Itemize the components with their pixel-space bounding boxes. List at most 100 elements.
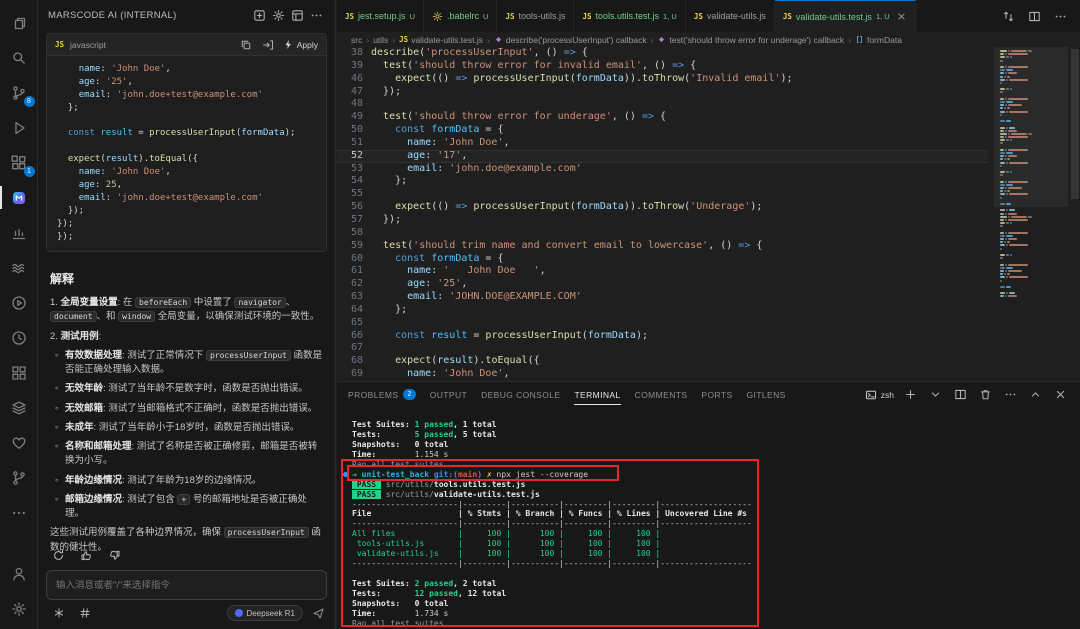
skill-icon[interactable]	[50, 605, 67, 622]
terminal-line[interactable]: All files | 100 | 100 | 100 | 100 |	[352, 529, 1072, 539]
terminal-line[interactable]: Test Suites: 2 passed, 2 total	[352, 579, 1072, 589]
terminal-line[interactable]: ----------------------|---------|-------…	[352, 559, 1072, 569]
thumb-down-icon[interactable]	[106, 547, 123, 564]
apply-button[interactable]: Apply	[283, 39, 318, 50]
more-icon[interactable]	[1002, 386, 1019, 403]
code-line[interactable]: email: 'john.doe@example.com'	[371, 163, 988, 176]
settings-gear-icon[interactable]	[4, 594, 34, 623]
terminal-line[interactable]: Snapshots: 0 total	[352, 440, 1072, 450]
code-line[interactable]: test('should trim name and convert email…	[371, 240, 988, 253]
breadcrumb-item[interactable]: src	[351, 35, 362, 45]
breadcrumb-item[interactable]: formData	[855, 35, 902, 45]
shell-selector[interactable]: zsh	[865, 389, 894, 401]
run-circle-icon[interactable]	[4, 288, 34, 317]
breadcrumb-item[interactable]: test('should throw error for underage') …	[657, 35, 844, 45]
code-line[interactable]: const result = processUserInput(formData…	[371, 330, 988, 343]
code-line[interactable]: expect(() => processUserInput(formData))…	[371, 73, 988, 86]
scrollbar-thumb[interactable]	[1071, 49, 1079, 199]
search-icon[interactable]	[4, 43, 34, 72]
code-line[interactable]: });	[371, 86, 988, 99]
run-debug-icon[interactable]	[4, 113, 34, 142]
terminal-line[interactable]: PASS src/utils/validate-utils.test.js	[352, 490, 1072, 500]
split-icon[interactable]	[952, 386, 969, 403]
marscode-ai-icon[interactable]	[4, 183, 34, 212]
terminal-line[interactable]: Test Suites: 1 passed, 1 total	[352, 420, 1072, 430]
code-line[interactable]: name: 'John Doe',	[371, 368, 988, 381]
git-branch-icon[interactable]	[4, 463, 34, 492]
code-line[interactable]	[371, 98, 988, 111]
panel-tab-debug-console[interactable]: DEBUG CONSOLE	[481, 382, 560, 407]
code-line[interactable]: name: ' John Doe ',	[371, 265, 988, 278]
terminal-output[interactable]: Test Suites: 1 passed, 1 totalTests: 5 p…	[352, 420, 1072, 629]
account-icon[interactable]	[4, 559, 34, 588]
code-line[interactable]: };	[371, 304, 988, 317]
settings-gear-icon[interactable]	[270, 7, 287, 24]
breadcrumb-item[interactable]: describe('processUserInput') callback	[494, 35, 647, 45]
code-line[interactable]	[371, 227, 988, 240]
minimap[interactable]	[1000, 50, 1064, 299]
code-line[interactable]: expect(result).toEqual({	[371, 355, 988, 368]
terminal-line[interactable]: → unit-test_back git:(main) ✗ npx jest -…	[352, 470, 1072, 480]
terminal-line[interactable]	[352, 569, 1072, 579]
terminal-line[interactable]: Tests: 5 passed, 5 total	[352, 430, 1072, 440]
code-line[interactable]: age: '25',	[371, 278, 988, 291]
code-editor[interactable]: 3839464748495051525354555657585960616263…	[337, 47, 1080, 381]
chevron-down-icon[interactable]	[927, 386, 944, 403]
chat-input[interactable]	[56, 580, 317, 591]
history-icon[interactable]	[4, 323, 34, 352]
tab-validate-utils.test.js[interactable]: JSvalidate-utils.test.js1, U	[775, 0, 916, 32]
refresh-icon[interactable]	[50, 547, 67, 564]
waves-icon[interactable]	[4, 253, 34, 282]
more-icon[interactable]	[308, 7, 325, 24]
insert-icon[interactable]	[260, 36, 277, 53]
extensions-icon[interactable]: 1	[4, 148, 34, 177]
code-line[interactable]: };	[371, 175, 988, 188]
panel-tab-output[interactable]: OUTPUT	[430, 382, 467, 407]
source-control-icon[interactable]: 8	[4, 78, 34, 107]
code-content[interactable]: describe('processUserInput', () => { tes…	[371, 47, 988, 381]
code-line[interactable]: const formData = {	[371, 124, 988, 137]
split-editor-icon[interactable]	[1026, 8, 1043, 25]
panel-tab-terminal[interactable]: TERMINAL	[574, 382, 620, 407]
terminal-line[interactable]: ----------------------|---------|-------…	[352, 519, 1072, 529]
new-chat-icon[interactable]	[251, 7, 268, 24]
code-line[interactable]	[371, 342, 988, 355]
terminal-line[interactable]: PASS src/utils/tools.utils.test.js	[352, 480, 1072, 490]
terminal-line[interactable]: File | % Stmts | % Branch | % Funcs | % …	[352, 509, 1072, 519]
code-line[interactable]: });	[371, 214, 988, 227]
terminal-line[interactable]: Snapshots: 0 total	[352, 599, 1072, 609]
terminal-line[interactable]: Time: 1.734 s	[352, 609, 1072, 619]
close-icon[interactable]	[1052, 386, 1069, 403]
trash-icon[interactable]	[977, 386, 994, 403]
terminal-line[interactable]: validate-utils.js | 100 | 100 | 100 | 10…	[352, 549, 1072, 559]
hash-icon[interactable]	[76, 605, 93, 622]
code-line[interactable]	[371, 317, 988, 330]
open-window-icon[interactable]	[289, 7, 306, 24]
plus-icon[interactable]	[902, 386, 919, 403]
terminal-line[interactable]: Tests: 12 passed, 12 total	[352, 589, 1072, 599]
layers-icon[interactable]	[4, 393, 34, 422]
close-icon[interactable]	[896, 11, 907, 22]
copy-icon[interactable]	[238, 36, 255, 53]
tab-tools.utils.test.js[interactable]: JStools.utils.test.js1, U	[574, 0, 685, 32]
tab-.babelrc[interactable]: .babelrcU	[424, 0, 497, 32]
compare-icon[interactable]	[1000, 8, 1017, 25]
code-line[interactable]: test('should throw error for underage', …	[371, 111, 988, 124]
heart-icon[interactable]	[4, 428, 34, 457]
grid-icon[interactable]	[4, 358, 34, 387]
code-line[interactable]: const formData = {	[371, 253, 988, 266]
files-icon[interactable]	[4, 8, 34, 37]
code-line[interactable]: email: 'JOHN.DOE@EXAMPLE.COM'	[371, 291, 988, 304]
more-icon[interactable]	[1052, 8, 1069, 25]
code-line[interactable]: describe('processUserInput', () => {	[371, 47, 988, 60]
panel-tab-problems[interactable]: PROBLEMS2	[348, 382, 416, 407]
model-selector[interactable]: Deepseek R1	[227, 605, 303, 621]
breadcrumb-item[interactable]: JSvalidate-utils.test.js	[399, 35, 483, 45]
send-button[interactable]	[312, 607, 325, 620]
terminal-line[interactable]: Ran all test suites.	[352, 619, 1072, 629]
panel-tab-ports[interactable]: PORTS	[701, 382, 732, 407]
tab-tools-utils.js[interactable]: JStools-utils.js	[497, 0, 574, 32]
chevron-up-icon[interactable]	[1027, 386, 1044, 403]
editor-scrollbar[interactable]	[1070, 47, 1080, 381]
thumb-up-icon[interactable]	[78, 547, 95, 564]
